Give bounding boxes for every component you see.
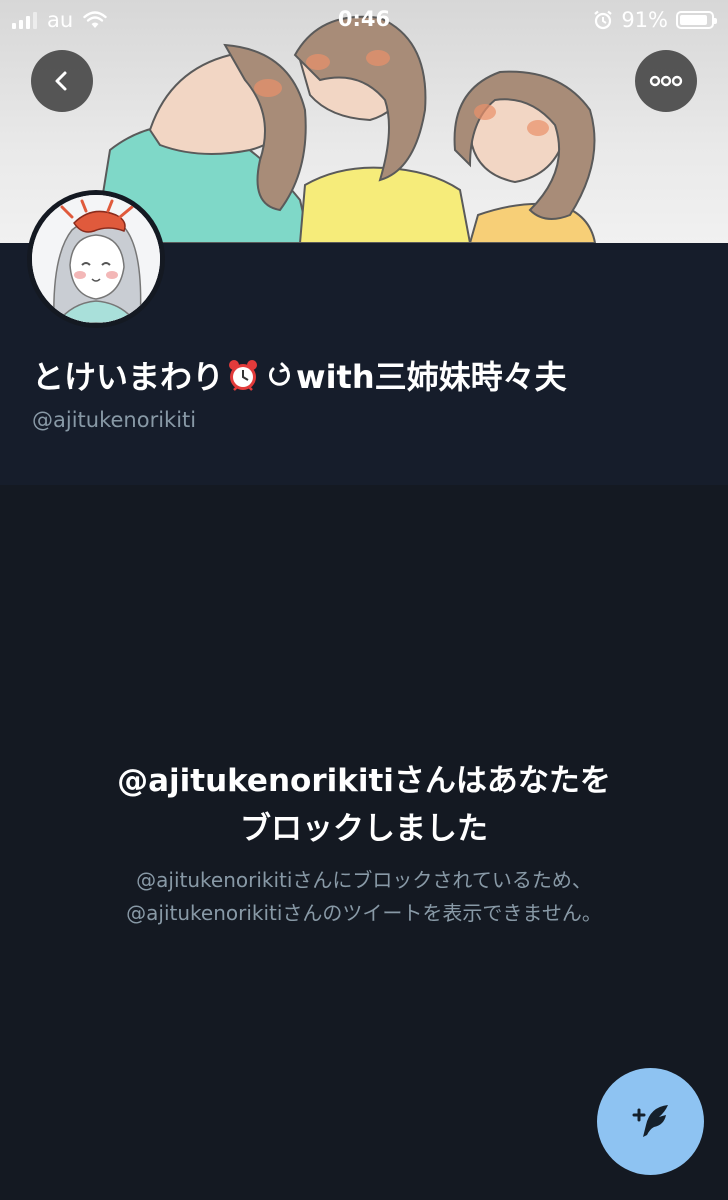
alarm-icon (594, 10, 613, 30)
display-name-suffix: with三姉妹時々夫 (296, 358, 567, 396)
battery-percent: 91% (621, 8, 668, 32)
ellipsis-icon (649, 75, 683, 87)
blocked-desc-line2: @ajitukenorikitiさんのツイートを表示できません。 (126, 901, 602, 925)
blocked-desc-line1: @ajitukenorikitiさんにブロックされているため、 (136, 868, 592, 892)
chevron-left-icon (55, 71, 67, 91)
avatar-image (32, 195, 160, 323)
alarm-clock-icon (229, 360, 258, 391)
blocked-title-line1: @ajitukenorikitiさんはあなたを (117, 763, 611, 799)
blocked-description: @ajitukenorikitiさんにブロックされているため、 @ajituke… (0, 864, 728, 930)
more-options-button[interactable] (635, 50, 697, 112)
compose-tweet-button[interactable] (597, 1068, 704, 1175)
blocked-title: @ajitukenorikitiさんはあなたを ブロックしました (0, 757, 728, 853)
profile-screen: au 0:46 91% とけいまわり with三姉妹時々夫 @ajitukeno… (0, 0, 728, 1200)
battery-icon (676, 11, 717, 29)
back-button[interactable] (31, 50, 93, 112)
display-name: とけいまわり with三姉妹時々夫 (32, 352, 567, 398)
avatar[interactable] (27, 190, 165, 328)
blocked-title-line2: ブロックしました (240, 811, 488, 847)
status-right: 91% (593, 8, 717, 32)
avatar-illustration (32, 195, 160, 323)
display-name-text: とけいまわり (32, 358, 225, 396)
status-bar: au 0:46 91% (0, 0, 728, 40)
battery-fill (680, 15, 708, 25)
clockwise-arrow-icon (269, 362, 290, 386)
user-handle: @ajitukenorikiti (32, 408, 197, 432)
compose-tweet-icon (632, 1104, 668, 1137)
